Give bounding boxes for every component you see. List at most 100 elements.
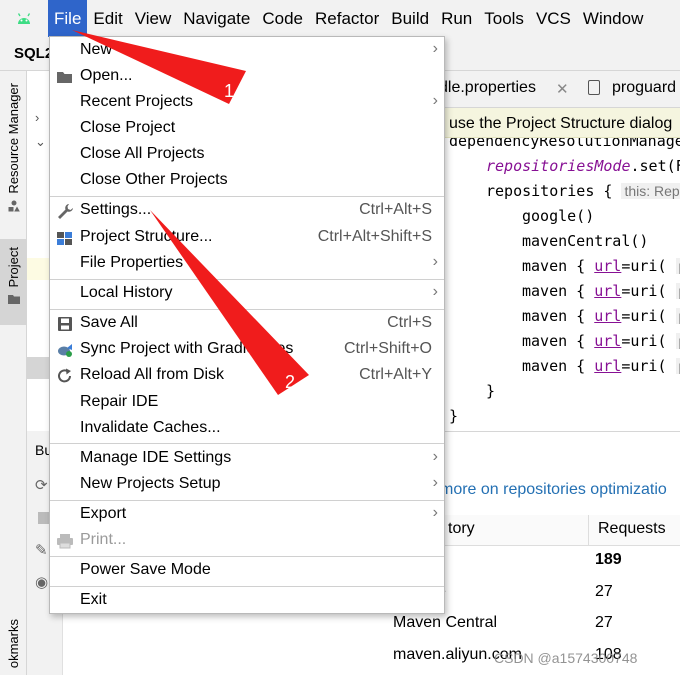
menu-code[interactable]: Code [256,0,309,37]
code-text: =uri( [621,282,666,300]
column-header-requests[interactable]: Requests [598,520,666,538]
menu-item-label: Recent Projects [80,93,193,111]
bookmarks-tab-label: okmarks [6,619,21,668]
menu-item-sync-gradle[interactable]: Sync Project with Gradle Files Ctrl+Shif… [50,337,444,363]
tree-collapse-icon[interactable]: ⌄ [35,134,46,150]
code-text: maven { [522,282,585,300]
submenu-arrow-icon: › [433,474,438,492]
column-header-repository[interactable]: tory [448,520,475,538]
folder-open-icon [56,69,74,85]
file-menu-dropdown: New › Open... Recent Projects › Close Pr… [49,36,445,614]
menu-build[interactable]: Build [385,0,435,37]
menu-item-export[interactable]: Export › [50,502,444,528]
code-line: maven { url=uri( p [522,332,680,350]
menu-view[interactable]: View [129,0,178,37]
menu-run[interactable]: Run [435,0,478,37]
menu-item-new-projects-setup[interactable]: New Projects Setup › [50,472,444,498]
menu-item-new[interactable]: New › [50,38,444,64]
menu-item-label: Open... [80,67,132,85]
menu-item-invalidate-caches[interactable]: Invalidate Caches... [50,416,444,442]
menu-window[interactable]: Window [577,0,649,37]
tree-expand-icon[interactable]: › [35,110,39,125]
menu-bar: File Edit View Navigate Code Refactor Bu… [0,0,680,37]
code-text: maven { [522,357,585,375]
inlay-hint: p [676,258,680,274]
menu-item-label: Exit [80,591,107,609]
menu-item-file-properties[interactable]: File Properties › [50,251,444,277]
code-text: =uri( [621,332,666,350]
code-line: repositoriesMode.set(F [486,157,680,175]
code-line: dependencyResolutionManage [449,138,680,150]
menu-item-close-all-projects[interactable]: Close All Projects [50,142,444,168]
code-keyword: url [594,357,621,375]
repositories-optimization-link[interactable]: more on repositories optimizatio [440,481,667,499]
menu-item-reload-disk[interactable]: Reload All from Disk Ctrl+Alt+Y [50,363,444,389]
code-line: maven { url=uri( p [522,257,680,275]
menu-item-label: Settings... [80,201,151,219]
menu-item-recent-projects[interactable]: Recent Projects › [50,90,444,116]
menu-separator [50,500,444,501]
resource-manager-tab[interactable]: Resource Manager [0,83,27,233]
code-text: maven { [522,257,585,275]
menu-item-print: Print... [50,528,444,554]
menu-item-label: New Projects Setup [80,475,221,493]
code-text: =uri( [621,357,666,375]
menu-item-repair-ide[interactable]: Repair IDE [50,390,444,416]
menu-separator [50,309,444,310]
inlay-hint: p [676,308,680,324]
menu-item-label: Close Other Projects [80,171,228,189]
menu-separator [50,196,444,197]
menu-item-power-save-mode[interactable]: Power Save Mode [50,558,444,584]
close-icon[interactable]: ✕ [556,80,569,98]
project-title: SQL2 [14,45,53,62]
reload-icon [56,368,74,384]
menu-refactor[interactable]: Refactor [309,0,385,37]
menu-item-label: Repair IDE [80,393,158,411]
project-structure-icon [56,230,74,246]
menu-item-settings[interactable]: Settings... Ctrl+Alt+S [50,198,444,224]
menu-tools[interactable]: Tools [478,0,530,37]
menu-item-close-project[interactable]: Close Project [50,116,444,142]
table-cell-name: Maven Central [393,614,497,632]
code-text: =uri( [621,307,666,325]
menu-item-label: Save All [80,314,138,332]
menu-item-label: Close All Projects [80,145,205,163]
folder-icon [8,293,20,305]
menu-item-close-other-projects[interactable]: Close Other Projects [50,168,444,194]
table-cell-requests: 27 [595,583,613,601]
code-text: maven { [522,332,585,350]
menu-item-label: File Properties [80,254,183,272]
menu-item-project-structure[interactable]: Project Structure... Ctrl+Alt+Shift+S [50,225,444,251]
file-icon [588,80,600,95]
menu-item-manage-ide-settings[interactable]: Manage IDE Settings › [50,446,444,472]
code-keyword: url [594,282,621,300]
tab-gradle-properties[interactable]: dle.properties [439,79,536,97]
menu-separator [50,586,444,587]
menu-vcs[interactable]: VCS [530,0,577,37]
menu-file[interactable]: File [48,0,87,37]
menu-separator [50,556,444,557]
inlay-hint: this: Rep [621,183,680,199]
menu-item-local-history[interactable]: Local History › [50,281,444,307]
project-tree-highlight [27,258,51,280]
shortcut-label: Ctrl+Shift+O [344,340,432,358]
menu-item-save-all[interactable]: Save All Ctrl+S [50,311,444,337]
bookmarks-tab[interactable]: okmarks [0,619,27,679]
code-line: } [486,382,495,400]
menu-item-label: New [80,41,112,59]
menu-navigate[interactable]: Navigate [177,0,256,37]
shortcut-label: Ctrl+Alt+Shift+S [318,228,432,246]
column-divider[interactable] [588,515,589,546]
menu-item-label: Sync Project with Gradle Files [80,340,293,358]
notice-text: use the Project Structure dialog [449,115,672,133]
shortcut-label: Ctrl+Alt+Y [359,366,432,384]
shortcut-label: Ctrl+Alt+S [359,201,432,219]
submenu-arrow-icon: › [433,92,438,110]
menu-item-exit[interactable]: Exit [50,588,444,614]
menu-edit[interactable]: Edit [87,0,128,37]
menu-item-label: Project Structure... [80,228,213,246]
menu-item-open[interactable]: Open... [50,64,444,90]
project-tab[interactable]: Project [0,239,27,325]
menu-item-label: Local History [80,284,172,302]
tab-proguard[interactable]: proguard [612,79,676,97]
